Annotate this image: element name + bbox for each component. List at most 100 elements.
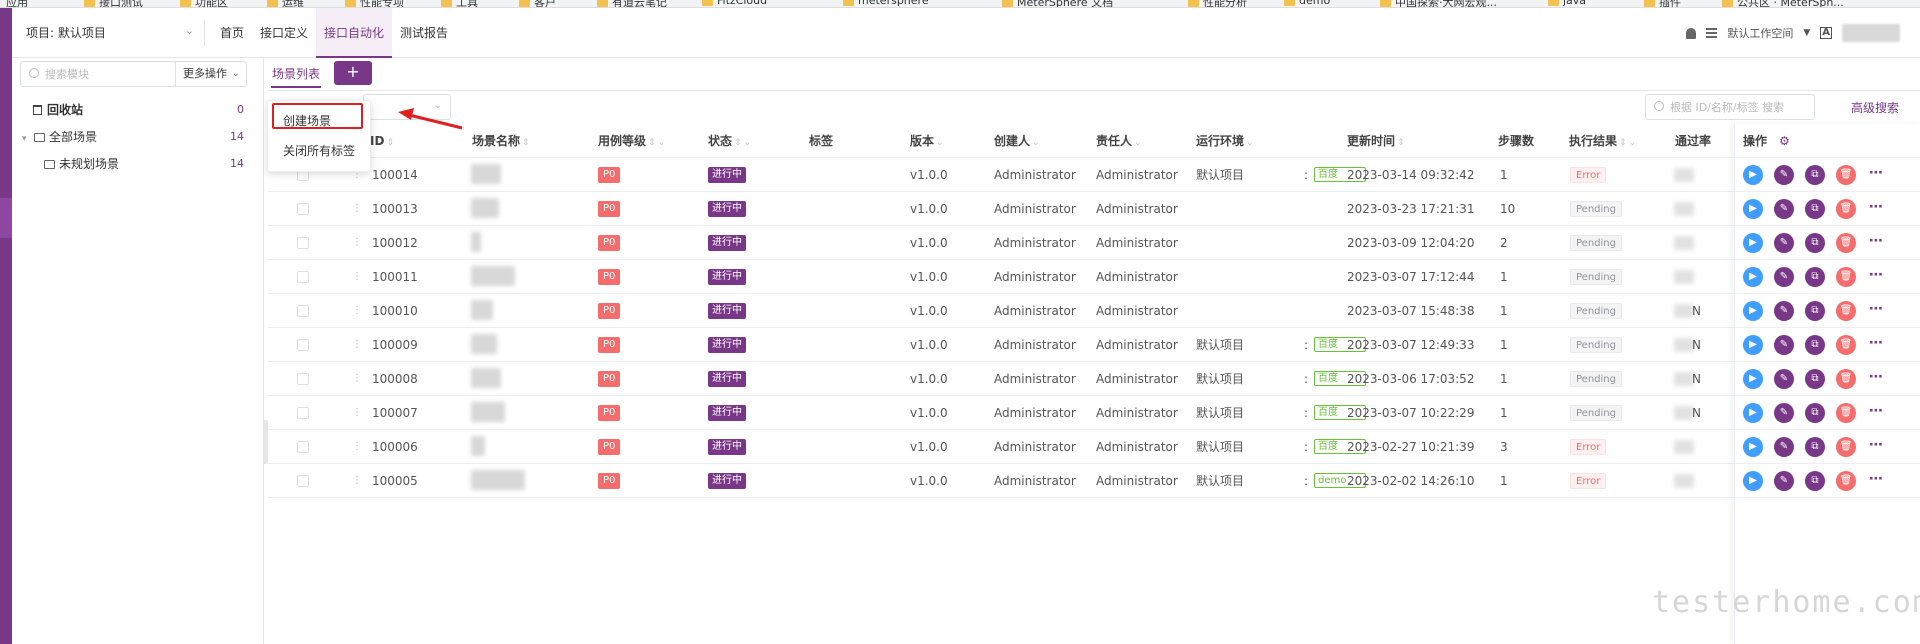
edit-icon[interactable]: ✎: [1774, 233, 1794, 253]
delete-icon[interactable]: 🗑: [1836, 335, 1856, 355]
sort-icon[interactable]: ⇕: [734, 138, 742, 148]
delete-icon[interactable]: 🗑: [1836, 437, 1856, 457]
bookmark-item[interactable]: 接口测试: [84, 0, 143, 7]
more-icon[interactable]: ⋯: [1869, 158, 1883, 192]
sort-icon[interactable]: ⇕: [522, 138, 530, 148]
copy-icon[interactable]: ⧉: [1805, 335, 1825, 355]
copy-icon[interactable]: ⧉: [1805, 267, 1825, 287]
menu-item-close-all-tabs[interactable]: 关闭所有标签: [268, 136, 370, 166]
bookmark-item[interactable]: java: [1548, 0, 1586, 7]
edit-icon[interactable]: ✎: [1774, 369, 1794, 389]
id-search[interactable]: [1645, 94, 1815, 120]
delete-icon[interactable]: 🗑: [1836, 471, 1856, 491]
cell-name-blurred[interactable]: [471, 470, 525, 490]
delete-icon[interactable]: 🗑: [1836, 301, 1856, 321]
cell-name-blurred[interactable]: [471, 436, 485, 456]
cell-name-blurred[interactable]: [471, 198, 499, 218]
bookmark-item[interactable]: 性能分析: [1188, 0, 1247, 7]
table-row[interactable]: ⋮ 100008 P0 进行中 v1.0.0 Administrator Administr…: [268, 362, 1736, 396]
id-search-input[interactable]: [1670, 99, 1810, 115]
delete-icon[interactable]: 🗑: [1836, 233, 1856, 253]
delete-icon[interactable]: 🗑: [1836, 267, 1856, 287]
run-icon[interactable]: ▶: [1743, 233, 1763, 253]
run-icon[interactable]: ▶: [1743, 369, 1763, 389]
filter-icon[interactable]: ⌄: [658, 138, 666, 148]
row-checkbox[interactable]: [297, 271, 309, 283]
delete-icon[interactable]: 🗑: [1836, 165, 1856, 185]
filter-icon[interactable]: ⌄: [1134, 138, 1142, 148]
run-icon[interactable]: ▶: [1743, 437, 1763, 457]
row-checkbox[interactable]: [297, 441, 309, 453]
bell-icon[interactable]: [1686, 27, 1697, 39]
copy-icon[interactable]: ⧉: [1805, 437, 1825, 457]
more-icon[interactable]: ⋯: [1869, 430, 1883, 464]
table-row[interactable]: ⋮ 100006 P0 进行中 v1.0.0 Administrator Administr…: [268, 430, 1736, 464]
bookmark-item[interactable]: 运维: [267, 0, 304, 7]
drag-handle-icon[interactable]: ⋮: [352, 339, 362, 351]
language-icon[interactable]: A: [1820, 27, 1832, 39]
cell-name-blurred[interactable]: [471, 334, 497, 354]
edit-icon[interactable]: ✎: [1774, 165, 1794, 185]
cell-name-blurred[interactable]: [471, 232, 481, 252]
copy-icon[interactable]: ⧉: [1805, 471, 1825, 491]
bookmark-item[interactable]: 工具: [441, 0, 478, 7]
edit-icon[interactable]: ✎: [1774, 403, 1794, 423]
row-checkbox[interactable]: [297, 237, 309, 249]
row-checkbox[interactable]: [297, 305, 309, 317]
table-row[interactable]: ⋮ 100010 P0 进行中 v1.0.0 Administrator Administr…: [268, 294, 1736, 328]
cell-name-blurred[interactable]: [471, 300, 493, 320]
run-icon[interactable]: ▶: [1743, 301, 1763, 321]
col-owner[interactable]: 责任人 ⌄: [1096, 124, 1142, 158]
row-checkbox[interactable]: [297, 407, 309, 419]
filter-icon[interactable]: ⌄: [744, 138, 752, 148]
more-icon[interactable]: ⋯: [1869, 464, 1883, 498]
col-level[interactable]: 用例等级 ⇕ ⌄: [598, 124, 665, 158]
run-icon[interactable]: ▶: [1743, 267, 1763, 287]
table-row[interactable]: ⋮ 100013 P0 进行中 v1.0.0 Administrator Administr…: [268, 192, 1736, 226]
workspace-selector[interactable]: 默认工作空间: [1727, 25, 1793, 41]
nav-api-definition[interactable]: 接口定义: [252, 8, 316, 58]
run-icon[interactable]: ▶: [1743, 403, 1763, 423]
drag-handle-icon[interactable]: ⋮: [352, 373, 362, 385]
more-icon[interactable]: ⋯: [1869, 362, 1883, 396]
cell-name-blurred[interactable]: [471, 402, 505, 422]
sort-icon[interactable]: ⇕: [648, 138, 656, 148]
col-creator[interactable]: 创建人 ⌄: [994, 124, 1040, 158]
user-avatar-blurred[interactable]: [1842, 24, 1900, 42]
table-row[interactable]: ⋮ 100011 P0 进行中 v1.0.0 Administrator Administr…: [268, 260, 1736, 294]
copy-icon[interactable]: ⧉: [1805, 369, 1825, 389]
drag-handle-icon[interactable]: ⋮: [352, 305, 362, 317]
version-filter-select[interactable]: ⌄: [363, 94, 451, 120]
bookmark-item[interactable]: MeterSphere 文档: [1002, 0, 1113, 7]
more-ops-button[interactable]: 更多操作 ⌄: [175, 61, 247, 87]
edit-icon[interactable]: ✎: [1774, 267, 1794, 287]
drag-handle-icon[interactable]: ⋮: [352, 203, 362, 215]
table-row[interactable]: ⋮ 100009 P0 进行中 v1.0.0 Administrator Administr…: [268, 328, 1736, 362]
more-icon[interactable]: ⋯: [1869, 294, 1883, 328]
copy-icon[interactable]: ⧉: [1805, 403, 1825, 423]
drag-handle-icon[interactable]: ⋮: [352, 237, 362, 249]
sort-icon[interactable]: ⇕: [1397, 138, 1405, 148]
bookmark-item[interactable]: 功能区: [180, 0, 228, 7]
tree-item-unplanned[interactable]: 未规划场景 14: [12, 152, 252, 176]
nav-api-automation[interactable]: 接口自动化: [316, 8, 393, 58]
run-icon[interactable]: ▶: [1743, 165, 1763, 185]
edit-icon[interactable]: ✎: [1774, 301, 1794, 321]
table-row[interactable]: ⋮ 100014 P0 进行中 v1.0.0 Administrator Administr…: [268, 158, 1736, 192]
bookmark-item[interactable]: 客户: [519, 0, 556, 7]
delete-icon[interactable]: 🗑: [1836, 369, 1856, 389]
row-checkbox[interactable]: [297, 373, 309, 385]
copy-icon[interactable]: ⧉: [1805, 165, 1825, 185]
col-version[interactable]: 版本 ⌄: [910, 124, 944, 158]
bookmark-item[interactable]: demo: [1284, 0, 1330, 7]
gear-icon[interactable]: ⚙: [1779, 134, 1790, 148]
bookmark-item[interactable]: 插件: [1644, 0, 1681, 7]
cell-name-blurred[interactable]: [471, 368, 501, 388]
drag-handle-icon[interactable]: ⋮: [352, 475, 362, 487]
more-icon[interactable]: ⋯: [1869, 226, 1883, 260]
module-search[interactable]: [20, 61, 176, 87]
more-icon[interactable]: ⋯: [1869, 260, 1883, 294]
table-row[interactable]: ⋮ 100007 P0 进行中 v1.0.0 Administrator Administr…: [268, 396, 1736, 430]
tab-scene-list[interactable]: 场景列表: [271, 62, 322, 88]
more-icon[interactable]: ⋯: [1869, 328, 1883, 362]
